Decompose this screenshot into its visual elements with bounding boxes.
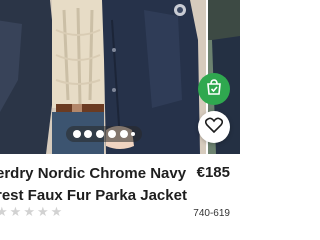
product-title[interactable]: erdry Nordic Chrome Navy rest Faux Fur P… (0, 163, 196, 207)
pagination-dot[interactable] (119, 130, 128, 138)
pagination-dot[interactable] (96, 130, 105, 138)
star-icon: ★ (36, 204, 49, 219)
product-price: €185 (196, 164, 230, 181)
pagination-dot[interactable] (84, 130, 93, 138)
star-rating: ★ ★ ★ ★ ★ (0, 204, 62, 220)
star-icon: ★ (9, 204, 22, 219)
add-to-bag-button[interactable] (198, 73, 230, 105)
star-icon: ★ (50, 204, 63, 219)
heart-icon (204, 117, 224, 138)
product-sku: 740-619 (193, 208, 230, 219)
wishlist-button[interactable] (198, 111, 230, 143)
star-icon: ★ (23, 204, 35, 219)
pagination-dot[interactable] (131, 132, 136, 136)
shopping-bag-check-icon (205, 78, 223, 101)
pagination-dot[interactable] (107, 130, 116, 138)
gallery-pagination-dots[interactable] (66, 126, 142, 142)
pagination-dot[interactable] (72, 130, 81, 138)
star-icon: ★ (0, 204, 8, 219)
